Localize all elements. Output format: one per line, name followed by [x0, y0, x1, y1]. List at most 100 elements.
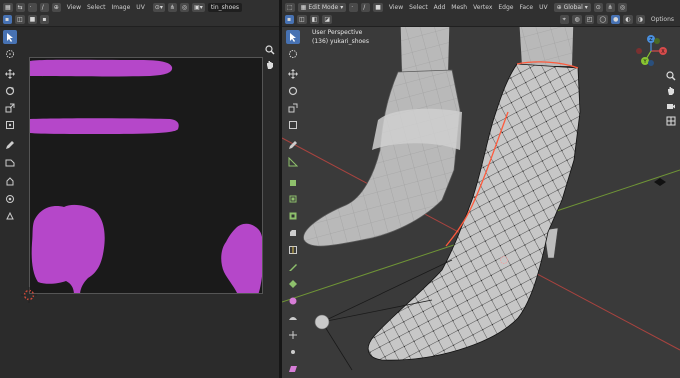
grid-icon [666, 116, 675, 125]
pan-control[interactable] [665, 85, 676, 96]
select-mode-edge[interactable]: / [39, 3, 49, 12]
options-menu[interactable]: Options [651, 15, 674, 24]
menu-mesh[interactable]: Mesh [451, 3, 467, 12]
image-name-field[interactable]: tin_shoes [207, 3, 243, 12]
camera-view-button[interactable] [665, 100, 676, 111]
menu-uv[interactable]: UV [136, 3, 145, 12]
orientation-dropdown[interactable]: ⊕ Global ▾ [553, 3, 591, 12]
2d-cursor-icon [21, 287, 37, 303]
tool-bevel[interactable] [286, 226, 300, 240]
uv-edge-select[interactable]: ◫ [15, 15, 25, 24]
select-invert-mode[interactable]: ◪ [322, 15, 333, 24]
tool-extrude[interactable] [286, 192, 300, 206]
tool-select-box[interactable] [286, 30, 300, 44]
tool-rotate[interactable] [286, 84, 300, 98]
tool-scale[interactable] [286, 101, 300, 115]
sticky-select-button[interactable]: ⊕ [51, 3, 61, 12]
tool-rotate[interactable] [3, 84, 17, 98]
tool-add-cube[interactable] [286, 175, 300, 189]
snap-toggle[interactable]: ⋔ [605, 3, 615, 12]
shading-material[interactable]: ◐ [623, 15, 633, 24]
tool-move[interactable] [3, 67, 17, 81]
tool-relax[interactable] [3, 192, 17, 206]
pivot-dropdown[interactable]: ⊙▾ [152, 3, 165, 12]
tool-loop-cut[interactable] [286, 243, 300, 257]
uv-face-select[interactable]: ■ [27, 15, 38, 24]
proportional-edit-toggle[interactable]: ◎ [617, 3, 628, 12]
tool-smooth[interactable] [286, 311, 300, 325]
tool-poly-build[interactable] [286, 277, 300, 291]
select-mode-vertex[interactable]: · [27, 3, 37, 12]
select-box-mode[interactable]: ▪ [285, 15, 294, 24]
menu-uv[interactable]: UV [539, 3, 548, 12]
pivot-dropdown[interactable]: ⊙ [593, 3, 603, 12]
tool-shrink-fatten[interactable] [286, 345, 300, 359]
overlay-toggle[interactable]: ◍ [572, 15, 582, 24]
snap-toggle[interactable]: ⋔ [167, 3, 177, 12]
shading-solid[interactable]: ● [611, 15, 621, 24]
tool-shear[interactable] [286, 362, 300, 376]
shading-rendered[interactable]: ◑ [635, 15, 645, 24]
3d-viewport-pane[interactable]: ⬚ ▦ Edit Mode ▾ · / ■ View Select Add Mesh… [282, 0, 680, 378]
menu-add[interactable]: Add [434, 3, 446, 12]
menu-vertex[interactable]: Vertex [473, 3, 492, 12]
tool-transform[interactable] [286, 118, 300, 132]
tool-annotate[interactable] [286, 138, 300, 152]
uv-sync-toggle[interactable]: ⇆ [15, 3, 25, 12]
zoom-control[interactable] [264, 44, 275, 55]
select-extend-mode[interactable]: ◫ [297, 15, 307, 24]
editor-type-button[interactable]: ⬚ [285, 3, 295, 12]
tool-grab[interactable] [3, 175, 17, 189]
tool-move[interactable] [286, 67, 300, 81]
navigation-gizmo[interactable]: X Y Z [634, 34, 668, 68]
menu-face[interactable]: Face [520, 3, 534, 12]
ruler-icon [288, 157, 298, 167]
menu-view[interactable]: View [67, 3, 81, 12]
uv-vertex-select[interactable]: ▪ [3, 15, 12, 24]
uv-editor-pane[interactable]: ▦ ⇆ · / ⊕ View Select Image UV ⊙▾ ⋔ ◎ ▣▾… [0, 0, 279, 378]
perspective-toggle[interactable] [665, 115, 676, 126]
uv-toolbar [3, 30, 20, 226]
select-subtract-mode[interactable]: ◧ [309, 15, 320, 24]
proportional-edit-toggle[interactable]: ◎ [179, 3, 190, 12]
tool-pinch[interactable] [3, 209, 17, 223]
zoom-control[interactable] [665, 70, 676, 81]
pinch-icon [6, 211, 14, 220]
tool-inset[interactable] [286, 209, 300, 223]
tool-spin[interactable] [286, 294, 300, 308]
mode-dropdown[interactable]: ▦ Edit Mode ▾ [297, 3, 347, 12]
menu-select[interactable]: Select [409, 3, 428, 12]
select-mode-vertex[interactable]: · [349, 3, 359, 12]
menu-select[interactable]: Select [87, 3, 106, 12]
smooth-icon [289, 317, 297, 320]
paint-stroke-top [30, 59, 173, 77]
tool-scale[interactable] [3, 101, 17, 115]
gizmo-toggle[interactable]: ⌖ [560, 15, 570, 24]
shading-wireframe[interactable]: ◯ [597, 15, 609, 24]
uv-image-canvas[interactable] [29, 57, 263, 294]
move-icon [288, 69, 298, 79]
move-icon [5, 69, 15, 79]
select-mode-face[interactable]: ■ [373, 3, 383, 12]
edit-mode-icon: ▦ [300, 4, 307, 11]
tool-measure[interactable] [286, 155, 300, 169]
menu-image[interactable]: Image [112, 3, 131, 12]
tool-rip[interactable] [3, 155, 17, 169]
menu-view[interactable]: View [389, 3, 403, 12]
xray-toggle[interactable]: ◰ [584, 15, 595, 24]
tool-transform[interactable] [3, 118, 17, 132]
tool-edge-slide[interactable] [286, 328, 300, 342]
tool-cursor[interactable] [286, 47, 300, 61]
pan-control[interactable] [264, 59, 275, 70]
editor-type-button[interactable]: ▦ [3, 3, 13, 12]
select-mode-edge[interactable]: / [361, 3, 371, 12]
tool-select-box[interactable] [3, 30, 17, 44]
tool-annotate[interactable] [3, 138, 17, 152]
3d-cursor-icon [289, 50, 297, 58]
tool-cursor[interactable] [3, 47, 17, 61]
tool-knife[interactable] [286, 260, 300, 274]
uv-island-select[interactable]: ▪ [40, 15, 50, 24]
menu-edge[interactable]: Edge [498, 3, 513, 12]
image-browse-button[interactable]: ▣▾ [192, 3, 205, 12]
spin-icon [289, 297, 297, 305]
